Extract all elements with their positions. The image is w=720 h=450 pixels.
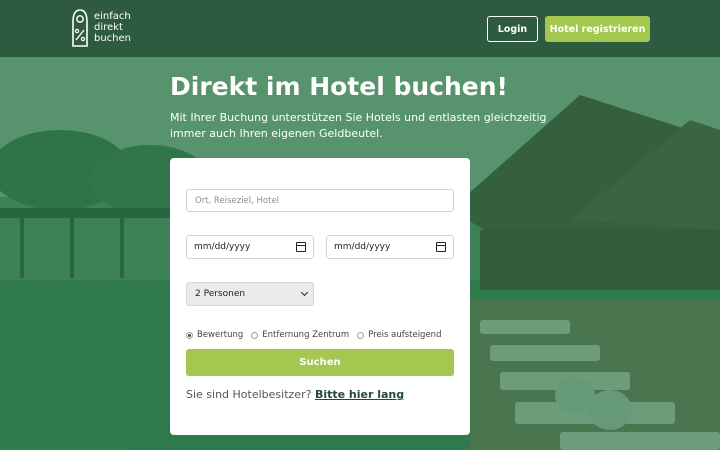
- sort-option-rating[interactable]: Bewertung: [186, 330, 243, 340]
- search-button[interactable]: Suchen: [186, 349, 454, 376]
- check-out-date-input[interactable]: mm/dd/yyyy: [326, 235, 454, 259]
- destination-input[interactable]: Ort, Reiseziel, Hotel: [186, 189, 454, 212]
- calendar-icon[interactable]: [296, 242, 306, 252]
- logo-word-3: buchen: [94, 33, 132, 44]
- sort-option-price[interactable]: Preis aufsteigend: [357, 330, 441, 340]
- sort-option-label: Preis aufsteigend: [368, 330, 442, 340]
- sort-radio-group: Bewertung Entfernung Zentrum Preis aufst…: [186, 329, 449, 341]
- hotel-owner-prompt: Sie sind Hotelbesitzer? Bitte hier lang: [186, 388, 404, 401]
- site-logo[interactable]: einfach direkt buchen: [69, 8, 139, 48]
- sort-option-distance[interactable]: Entfernung Zentrum: [251, 330, 349, 340]
- sort-option-label: Entfernung Zentrum: [262, 330, 350, 340]
- search-form-card: Ort, Reiseziel, Hotel mm/dd/yyyy mm/dd/y…: [170, 158, 470, 435]
- check-in-date-input[interactable]: mm/dd/yyyy: [186, 235, 314, 259]
- guests-select[interactable]: 2 Personen: [186, 282, 314, 306]
- page-subtitle: Mit Ihrer Buchung unterstützen Sie Hotel…: [170, 111, 547, 140]
- door-hanger-percent-icon: [72, 9, 88, 47]
- page-title: Direkt im Hotel buchen!: [170, 72, 508, 101]
- radio-button-checked[interactable]: [186, 331, 193, 339]
- hotel-owner-text: Sie sind Hotelbesitzer?: [186, 388, 312, 401]
- logo-word-2: direkt: [94, 22, 123, 33]
- site-header: einfach direkt buchen Login Hotel regist…: [0, 0, 720, 57]
- calendar-icon[interactable]: [436, 242, 446, 252]
- login-button[interactable]: Login: [487, 16, 538, 42]
- guests-select-value: 2 Personen: [195, 289, 246, 299]
- destination-placeholder: Ort, Reiseziel, Hotel: [195, 195, 280, 206]
- chevron-down-icon: [300, 288, 309, 297]
- register-hotel-button[interactable]: Hotel registrieren: [545, 16, 650, 42]
- radio-button[interactable]: [251, 331, 259, 339]
- hotel-owner-link[interactable]: Bitte hier lang: [315, 388, 404, 401]
- sort-option-label: Bewertung: [197, 330, 244, 340]
- radio-button[interactable]: [357, 331, 365, 339]
- check-out-date-value: mm/dd/yyyy: [334, 242, 391, 252]
- check-in-date-value: mm/dd/yyyy: [194, 242, 251, 252]
- logo-word-1: einfach: [94, 11, 131, 22]
